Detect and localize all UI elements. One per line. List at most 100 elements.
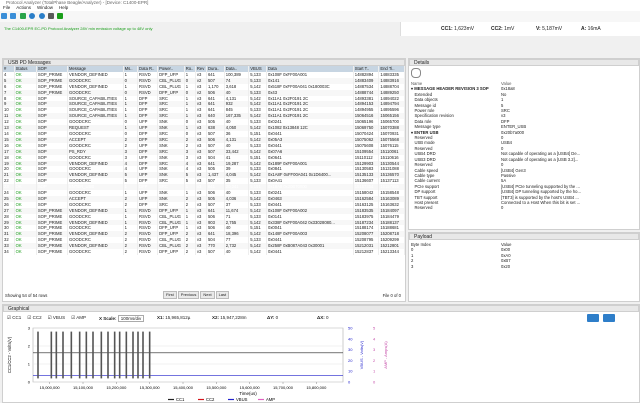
menu-item-window[interactable]: Window	[37, 5, 53, 10]
signal-chart[interactable]: 0 1 2 3 15,000,000 15,100,000 15,200,000 15,300…	[3, 324, 639, 402]
zoom-out-icon[interactable]	[603, 314, 615, 322]
legend-label: AMP	[266, 397, 275, 401]
table-cell: v3	[195, 249, 207, 255]
cc2-value: 1mV	[504, 26, 515, 32]
table-cell: 2	[123, 249, 139, 255]
settings-icon[interactable]	[411, 68, 421, 78]
table-cell: 34	[3, 249, 15, 255]
details-name: Reserved	[411, 205, 433, 211]
play-icon[interactable]	[19, 13, 26, 19]
checkbox-amp[interactable]: ☑ AMP	[71, 315, 86, 320]
menu-item-help[interactable]: Help	[59, 5, 68, 10]
dy-label: ΔY:	[267, 315, 275, 320]
dy-value: 0	[275, 315, 279, 320]
graph-controls: ☑ CC1 ☑ CC2 ☑ VBUS ☑ AMP X Scale: 100ms/div…	[7, 314, 635, 323]
info-banner: The C1400-EPR EC-PD Protocol Analyzer 28…	[0, 22, 400, 36]
signal-burst	[70, 331, 73, 379]
details-panel-title: Details	[409, 59, 639, 66]
checkbox-cc1[interactable]: ☑ CC1	[7, 315, 21, 320]
capture-icon[interactable]	[38, 13, 45, 19]
signal-burst	[132, 331, 134, 379]
amp-label: A:	[581, 26, 587, 32]
payload-table: Byte Index Value 0 0x00 1 0xA0 2 0xB7 3 0x20	[409, 242, 637, 269]
check-icon[interactable]	[57, 13, 64, 19]
y-axis-label: CC1/CC2 - Volts(V)	[7, 336, 12, 373]
signal-burst	[85, 331, 88, 379]
signal-burst	[50, 331, 53, 379]
graphical-panel: Graphical ☑ CC1 ☑ CC2 ☑ VBUS ☑ AMP X Scale:…	[2, 304, 640, 403]
x-tick-label: 15,500,000	[206, 385, 227, 390]
amp-tick-label: 0	[373, 380, 376, 385]
details-value: 0	[501, 205, 504, 211]
dx-label: ΔX:	[317, 315, 325, 320]
dx-value: 0	[326, 315, 329, 320]
nav-last-button[interactable]: Last	[215, 291, 230, 299]
messages-panel: USB PD Messages # Status SOP Message Ms.. Dat…	[2, 58, 406, 302]
stop-icon[interactable]	[47, 13, 54, 19]
save-icon[interactable]	[10, 13, 17, 19]
signal-burst	[92, 331, 94, 379]
table-cell: CBL_PLUG	[157, 213, 185, 220]
table-cell: RSVD	[137, 249, 159, 255]
signal-burst	[142, 331, 144, 379]
y-tick-label: 3	[28, 326, 31, 331]
nav-previous-button[interactable]: Previous	[177, 291, 200, 299]
vbus-tick-label: 0	[348, 380, 351, 385]
signal-burst	[100, 331, 103, 379]
vbus-tick-label: 10	[348, 369, 353, 374]
checkbox-label: VBUS	[52, 315, 66, 320]
nav-first-button[interactable]: First	[163, 291, 177, 299]
details-row[interactable]: Reserved 0	[409, 205, 637, 210]
vbus-label: V:	[536, 26, 541, 32]
payload-panel: Payload Byte Index Value 0 0x00 1 0xA0 2 0xB7…	[408, 232, 640, 302]
menu-item-actions[interactable]: Actions	[16, 5, 31, 10]
xscale-select[interactable]: 100ms/div	[117, 315, 145, 322]
checkbox-cc2[interactable]: ☑ CC2	[27, 315, 41, 320]
table-cell: 5,142	[248, 249, 267, 255]
details-panel: Details Name Value ▾ MESSAGE HEADER REVI…	[408, 58, 640, 230]
connect-icon[interactable]	[29, 13, 36, 19]
status-box: CC1: 1,623mV CC2: 1mV V: 5,187mV A: 16mA	[400, 22, 640, 36]
vbus-value: 5,187mV	[542, 26, 563, 32]
cc2-label: CC2:	[491, 26, 503, 32]
amp-tick-label: 2	[373, 358, 376, 363]
folder-open-icon[interactable]	[1, 13, 7, 19]
cc1-label: CC1:	[441, 26, 453, 32]
xscale-label: X Scale:	[99, 316, 117, 321]
table-cell: 40	[224, 249, 250, 255]
y-tick-label: 0	[28, 380, 31, 385]
messages-table: # Status SOP Message Ms.. Data R.. Power.. Ro..…	[3, 66, 405, 255]
legend-label: CC1	[176, 397, 185, 401]
signal-burst	[125, 331, 128, 379]
payload-index: 3	[411, 263, 414, 269]
vbus-tick-label: 20	[348, 358, 353, 363]
x-tick-label: 15,400,000	[173, 385, 194, 390]
nav-next-button[interactable]: Next	[200, 291, 215, 299]
table-cell: OK	[14, 249, 37, 255]
x-tick-label: 15,300,000	[140, 385, 161, 390]
x2-label: X2:	[212, 315, 220, 320]
menu-item-file[interactable]: File	[3, 5, 10, 10]
checkbox-label: CC1	[12, 315, 22, 320]
x-tick-label: 15,000,000	[40, 385, 61, 390]
vbus-axis-label: VBUS - Volts(V)	[359, 340, 364, 369]
x1-value: 15,965,812µ	[165, 315, 191, 320]
table-cell: DFP_UFP	[157, 249, 185, 255]
graphical-panel-title: Graphical	[3, 305, 639, 312]
details-table: Name Value ▾ MESSAGE HEADER REVISION 3 S…	[409, 81, 637, 211]
table-row[interactable]: 34 OK SOP_PRIME GOODCRC 2 RSVD DFP_UFP 2 v3 507 40…	[3, 249, 405, 255]
signal-burst	[55, 331, 58, 379]
table-cell: CBL_PLUG	[157, 83, 185, 90]
zoom-in-icon[interactable]	[587, 314, 599, 322]
table-cell: CBL_PLUG	[157, 77, 185, 84]
signal-burst	[137, 331, 139, 379]
y-tick-label: 1	[28, 362, 31, 367]
cc1-value: 1,623mV	[454, 26, 475, 32]
banner-text: The C1400-EPR EC-PD Protocol Analyzer 28…	[4, 26, 153, 31]
vbus-tick-label: 40	[348, 336, 353, 341]
payload-row[interactable]: 3 0x20	[409, 264, 637, 269]
signal-burst	[118, 331, 121, 379]
table-cell: 2	[184, 249, 196, 255]
amp-tick-label: 1	[373, 369, 376, 374]
checkbox-vbus[interactable]: ☑ VBUS	[48, 315, 66, 320]
